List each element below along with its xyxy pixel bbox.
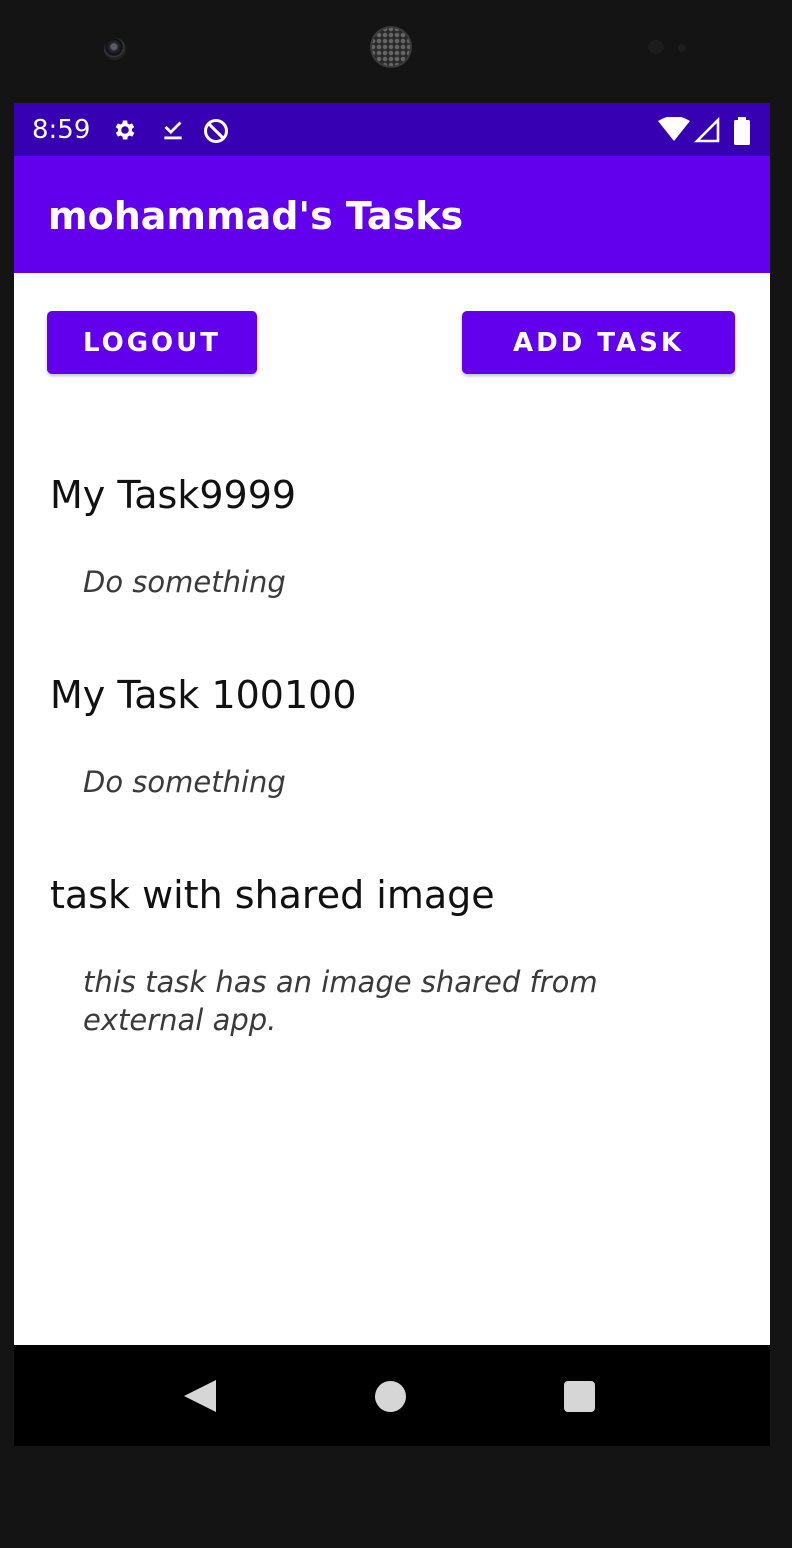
recents-icon[interactable] xyxy=(564,1381,595,1412)
task-title: My Task 100100 xyxy=(50,673,357,717)
task-body: this task has an image shared from exter… xyxy=(83,965,598,1037)
earpiece-speaker xyxy=(370,26,412,68)
settings-gear-icon xyxy=(112,117,138,143)
navigation-bar xyxy=(14,1345,770,1446)
cell-signal-icon xyxy=(693,116,720,143)
back-icon[interactable] xyxy=(184,1380,216,1412)
page-title: mohammad's Tasks xyxy=(48,194,464,238)
task-title: My Task9999 xyxy=(50,473,297,517)
app-bar: mohammad's Tasks xyxy=(14,156,770,273)
data-saver-icon xyxy=(202,117,229,144)
status-time: 8:59 xyxy=(32,115,91,145)
task-title: task with shared image xyxy=(50,873,495,917)
status-bar: 8:59 xyxy=(14,103,770,156)
front-camera xyxy=(104,38,126,60)
wifi-icon xyxy=(658,116,690,143)
logout-button[interactable]: LOGOUT xyxy=(47,311,257,374)
app-screen: 8:59 mohammad's Tasks LOGOUT ADD TASK My… xyxy=(14,103,770,1446)
battery-icon xyxy=(732,117,752,145)
home-icon[interactable] xyxy=(375,1381,406,1412)
phone-device: 8:59 mohammad's Tasks LOGOUT ADD TASK My… xyxy=(0,0,792,1548)
light-sensor xyxy=(678,44,686,52)
task-body: Do something xyxy=(83,565,286,599)
task-body: Do something xyxy=(83,765,286,799)
proximity-sensor xyxy=(648,40,664,54)
download-done-icon xyxy=(160,117,186,143)
add-task-button[interactable]: ADD TASK xyxy=(462,311,735,374)
